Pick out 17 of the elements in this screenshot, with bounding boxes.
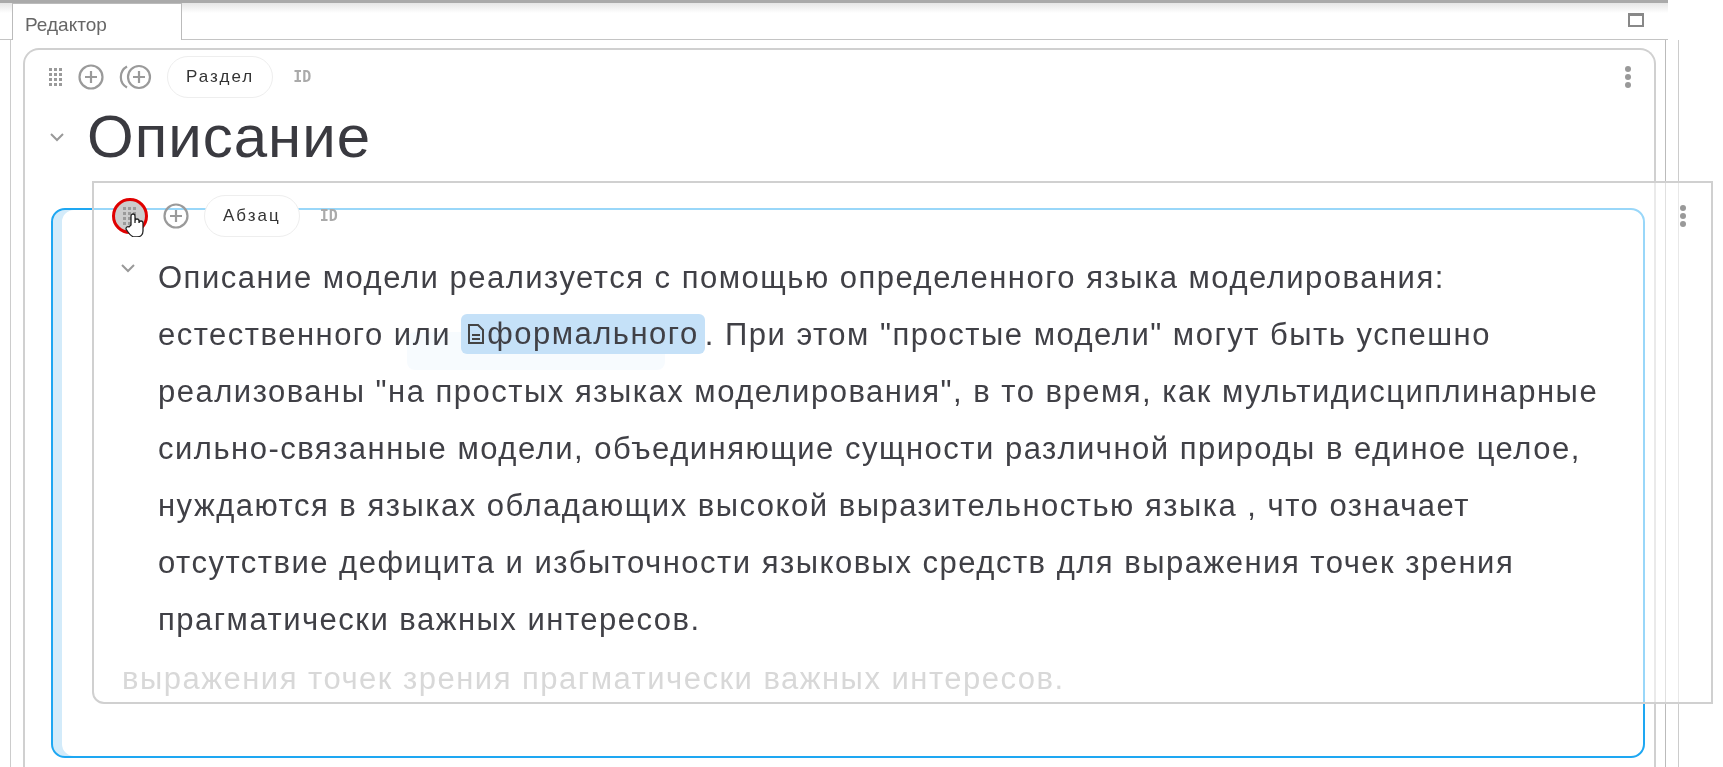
collapse-chevron-icon[interactable] [120,263,136,273]
document-icon [467,323,486,345]
drag-handle-icon[interactable] [49,68,63,86]
document-link[interactable]: формального [461,314,705,354]
collapse-chevron-icon[interactable] [49,132,65,142]
maximize-icon[interactable] [1628,13,1644,27]
block-type-chip[interactable]: Раздел [167,56,274,98]
section-title: Описание [87,106,372,168]
more-menu-icon[interactable] [1679,204,1687,228]
add-inside-icon[interactable] [119,63,153,91]
add-icon[interactable] [77,63,105,91]
editor-tab[interactable]: Редактор [12,3,182,40]
hand-cursor-icon [125,213,147,237]
more-menu-icon[interactable] [1624,65,1632,89]
add-icon[interactable] [162,202,190,230]
block-type-chip[interactable]: Абзац [204,195,300,237]
paragraph-text: Описание модели реализуется с помощью определенного языка моделирования: естественного или формального . При этом "простые модели" могут быть успешно реализованы "на простых языках моделирования", в то время, как мультидисциплинарные сильно-связанные модели, объединяющие сущности различной природы в единое целое, нуждаются в языках обладающих высокой выразительностью языка , что означает отсутствие дефицита и избыточности языковых средств для выражения точек зрения прагматически важных интересов. [158,259,1599,639]
